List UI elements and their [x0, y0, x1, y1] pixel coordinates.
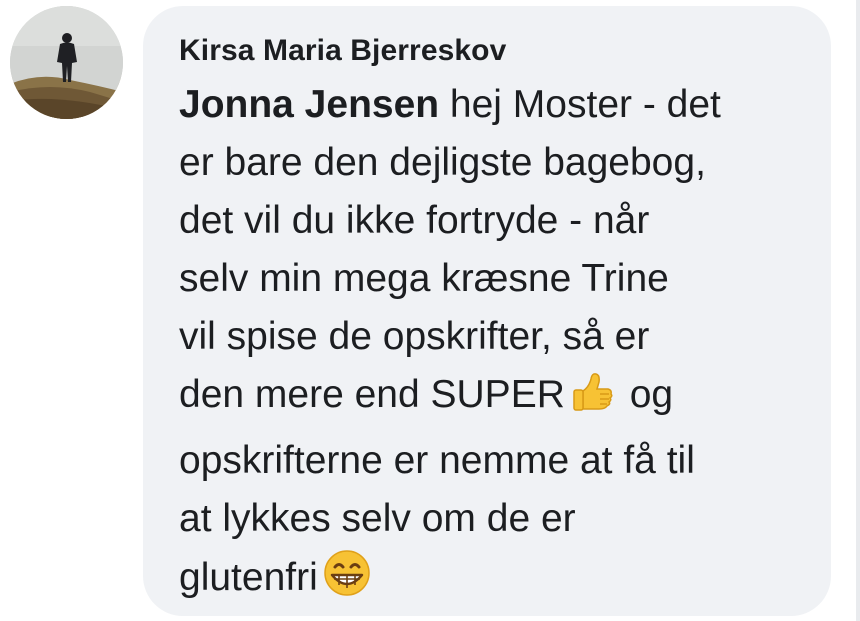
comment-author-name[interactable]: Kirsa Maria Bjerreskov — [179, 34, 801, 68]
thumbs-up-icon — [569, 369, 615, 432]
scrollbar-edge — [856, 0, 860, 621]
avatar-photo — [10, 6, 123, 119]
comment-line-4: selv min mega kræsne Trine — [179, 257, 669, 300]
comment-bubble: Kirsa Maria Bjerreskov Jonna Jensen hej … — [143, 6, 831, 616]
grinning-face-icon — [322, 548, 372, 615]
comment-line-8: at lykkes selv om de er — [179, 497, 576, 540]
comment-line-9: glutenfri — [179, 556, 318, 599]
avatar[interactable] — [10, 6, 123, 119]
comment-text-after-thumb: og — [618, 373, 674, 416]
comment-line-7: opskrifterne er nemme at få til — [179, 439, 695, 482]
comment-line-2: er bare den dejligste bagebog, — [179, 141, 706, 184]
comment-line-1: hej Moster - det — [439, 83, 721, 126]
comment-text: Jonna Jensen hej Moster - det er bare de… — [179, 76, 801, 615]
comment-line-3: det vil du ikke fortryde - når — [179, 199, 650, 242]
comment-line-5: vil spise de opskrifter, så er — [179, 315, 650, 358]
mention-link[interactable]: Jonna Jensen — [179, 83, 439, 126]
comment-line-6: den mere end SUPER — [179, 373, 565, 416]
